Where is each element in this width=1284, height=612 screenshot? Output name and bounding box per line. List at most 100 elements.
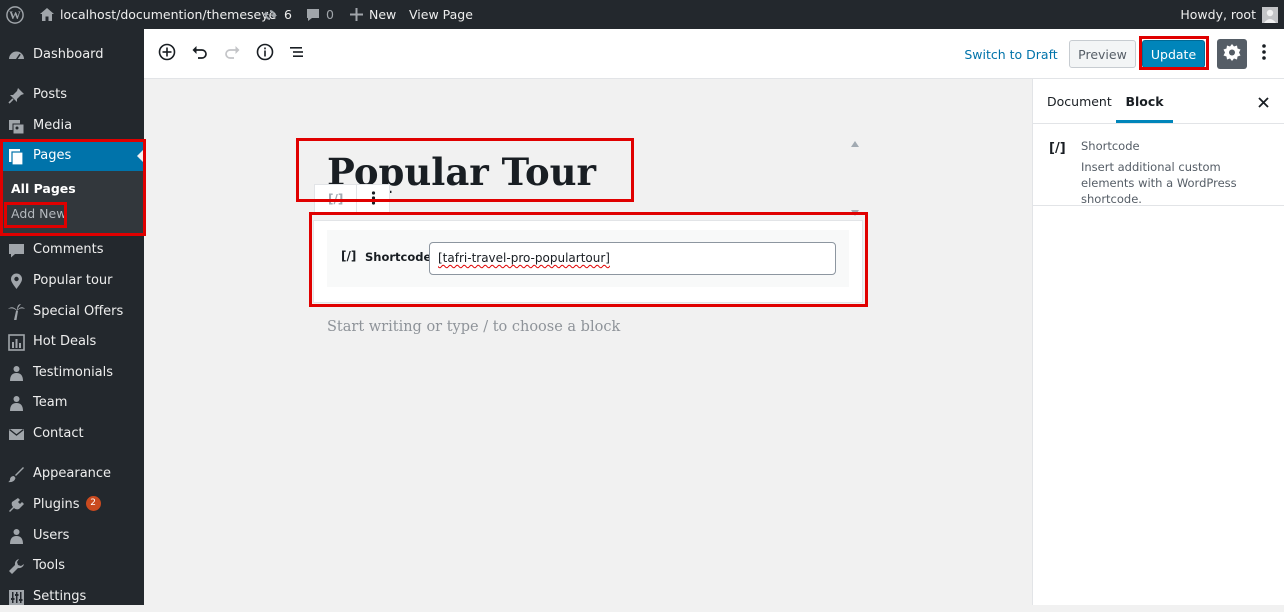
gear-icon (1223, 43, 1241, 65)
tab-document[interactable]: Document (1047, 79, 1112, 123)
move-up-icon[interactable] (851, 132, 859, 151)
post-title[interactable]: Popular Tour (327, 147, 847, 197)
ellipsis-vertical-icon (371, 190, 376, 210)
content-info-button[interactable] (253, 42, 277, 66)
more-options-button[interactable] (1252, 42, 1276, 66)
users-icon (8, 365, 25, 382)
preview-button[interactable]: Preview (1069, 40, 1136, 68)
menu-tools[interactable]: Tools (0, 551, 144, 581)
block-card-description: Insert additional custom elements with a… (1081, 160, 1237, 206)
site-url: localhost/documention/themeseye (60, 7, 277, 22)
menu-popular-tour[interactable]: Popular tour (0, 266, 144, 296)
wordpress-logo-icon[interactable]: W (6, 0, 24, 29)
menu-label: Tools (33, 558, 66, 573)
menu-posts[interactable]: Posts (0, 80, 144, 110)
menu-label: Contact (33, 426, 84, 441)
block-appender[interactable]: Start writing or type / to choose a bloc… (327, 319, 620, 335)
menu-team[interactable]: Team (0, 388, 144, 418)
menu-label: Hot Deals (33, 334, 97, 349)
pages-icon (8, 148, 25, 165)
menu-appearance[interactable]: Appearance (0, 459, 144, 489)
menu-label: Pages (33, 148, 72, 163)
list-view-icon (288, 43, 306, 65)
brush-icon (8, 466, 25, 483)
menu-label: Plugins 2 (33, 490, 101, 520)
switch-to-draft-button[interactable]: Switch to Draft (956, 40, 1066, 68)
user-icon (8, 395, 25, 412)
menu-label: Posts (33, 87, 67, 102)
plugins-label: Plugins (33, 497, 80, 512)
block-toolbar: [/] (314, 184, 390, 214)
menu-label: Team (33, 395, 68, 410)
submenu-all-pages[interactable]: All Pages (11, 179, 76, 199)
shortcode-icon: [/] (341, 249, 357, 263)
comments-count: 0 (326, 7, 334, 22)
updates-link[interactable]: 6 (262, 0, 292, 29)
plugins-update-badge: 2 (85, 496, 101, 511)
dashboard-icon (8, 47, 25, 64)
block-card: [/] Shortcode Insert additional custom e… (1033, 124, 1284, 206)
menu-hot-deals[interactable]: Hot Deals (0, 327, 144, 357)
sliders-icon (8, 589, 25, 606)
update-icon (262, 8, 278, 22)
block-more-options-button[interactable] (356, 185, 389, 214)
location-icon (8, 273, 25, 290)
plug-icon (8, 497, 25, 514)
menu-label: Media (33, 118, 73, 133)
pages-submenu: All Pages Add New (0, 171, 144, 234)
howdy-text: Howdy, root (1180, 7, 1256, 22)
menu-plugins[interactable]: Plugins 2 (0, 490, 144, 520)
menu-settings[interactable]: Settings (0, 582, 144, 612)
move-down-icon[interactable] (851, 201, 859, 220)
block-navigation-button[interactable] (285, 42, 309, 66)
view-page-label: View Page (409, 7, 473, 22)
new-label: New (369, 7, 397, 22)
shortcode-input-value: [tafri-travel-pro-populartour] (438, 251, 610, 265)
panel-tabs: Document Block (1033, 79, 1284, 124)
menu-dashboard[interactable]: Dashboard (0, 40, 144, 70)
menu-pages[interactable]: Pages (0, 141, 144, 171)
block-card-title: Shortcode (1081, 139, 1140, 153)
view-page-link[interactable]: View Page (409, 0, 473, 29)
chart-icon (8, 334, 25, 351)
wrench-icon (8, 558, 25, 575)
update-button[interactable]: Update (1142, 40, 1205, 68)
add-block-button[interactable] (155, 42, 179, 66)
new-content-link[interactable]: New (350, 0, 396, 29)
editor-canvas: Popular Tour [/] [/] Shortcode [tafri-tr… (144, 79, 1032, 605)
shortcode-label: Shortcode (365, 250, 432, 264)
block-type-button[interactable]: [/] (315, 185, 356, 214)
media-icon (8, 118, 25, 135)
shortcode-input[interactable]: [tafri-travel-pro-populartour] (429, 242, 836, 275)
menu-label: Special Offers (33, 304, 124, 319)
site-link[interactable]: localhost/documention/themeseye (40, 0, 276, 29)
menu-contact[interactable]: Contact (0, 419, 144, 449)
menu-comments[interactable]: Comments (0, 235, 144, 265)
menu-label: Dashboard (33, 47, 104, 62)
my-account[interactable]: Howdy, root (1180, 0, 1278, 29)
close-panel-button[interactable] (1257, 94, 1270, 113)
undo-button[interactable] (188, 42, 212, 66)
settings-sidebar: Document Block [/] Shortcode Insert addi… (1032, 79, 1284, 605)
ellipsis-vertical-icon (1261, 43, 1267, 65)
menu-label: Popular tour (33, 273, 113, 288)
menu-users[interactable]: Users (0, 521, 144, 551)
plus-circle-icon (158, 43, 176, 65)
admin-bar: W localhost/documention/themeseye 6 0 Ne… (0, 0, 1284, 29)
admin-sidebar: Dashboard Posts Media Pages All Pages Ad… (0, 29, 144, 605)
comments-link[interactable]: 0 (306, 0, 334, 29)
current-menu-arrow (137, 149, 144, 163)
envelope-icon (8, 426, 25, 443)
home-icon (40, 8, 54, 21)
redo-button[interactable] (220, 42, 244, 66)
settings-toggle-button[interactable] (1217, 39, 1247, 69)
shortcode-block[interactable]: [/] Shortcode [tafri-travel-pro-populart… (313, 220, 863, 303)
menu-media[interactable]: Media (0, 111, 144, 141)
menu-label: Testimonials (33, 365, 114, 380)
menu-testimonials[interactable]: Testimonials (0, 358, 144, 388)
avatar (1262, 6, 1278, 23)
menu-label: Comments (33, 242, 104, 257)
tab-block[interactable]: Block (1116, 79, 1173, 123)
submenu-add-new[interactable]: Add New (11, 204, 66, 224)
menu-special-offers[interactable]: Special Offers (0, 297, 144, 327)
